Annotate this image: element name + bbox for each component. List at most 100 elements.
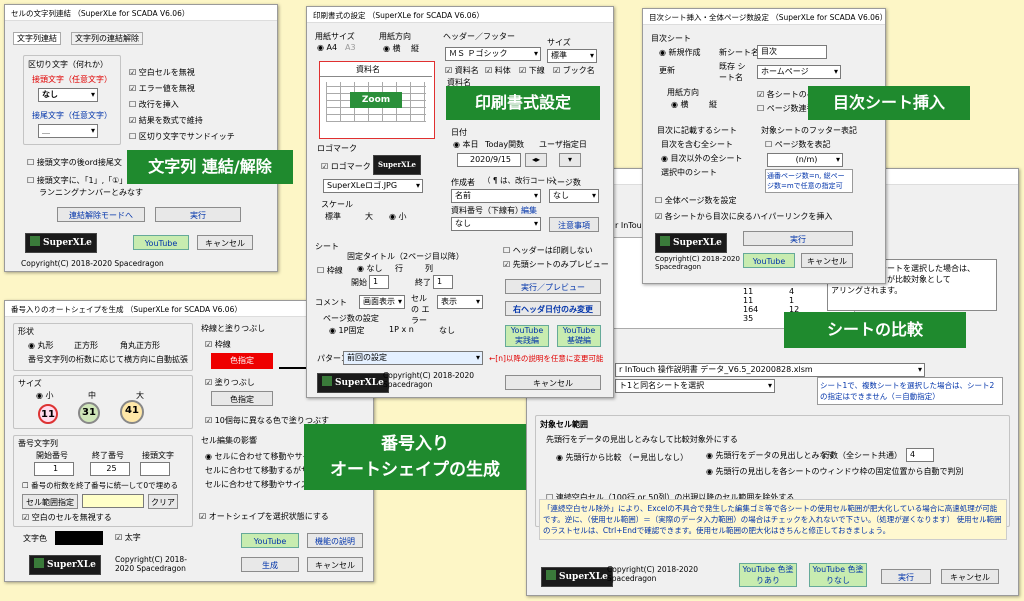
cancel-button[interactable]: キャンセル [307, 557, 363, 572]
newline-checkbox[interactable]: 改行を挿入 [129, 99, 179, 110]
underline-checkbox[interactable]: 下線 [519, 65, 545, 76]
frame-color-button[interactable]: 色指定 [211, 353, 273, 369]
comment-select[interactable]: 画面表示 [359, 295, 405, 309]
fill-color-button[interactable]: 色指定 [211, 391, 273, 406]
prefix-select[interactable]: なし [38, 88, 98, 102]
radio-header-row[interactable]: 先頭行をデータの見出しとみなす [706, 450, 836, 461]
radio-vertical[interactable]: 縦 [709, 99, 717, 110]
run-button[interactable]: 実行 [743, 231, 853, 246]
formula-checkbox[interactable]: 結果を数式で維持 [129, 115, 203, 126]
radio-all-excl[interactable]: 目次以外の全シート [661, 153, 743, 164]
cancel-button[interactable]: キャンセル [197, 235, 253, 250]
pages-checkbox[interactable]: ページ数を表記 [765, 139, 831, 150]
radio-horizontal[interactable]: 横 [671, 99, 689, 110]
desc-button[interactable]: 機能の説明 [307, 533, 363, 548]
date-stepper[interactable]: ◂▸ [525, 153, 547, 167]
radio-square[interactable]: 正方形 [74, 340, 98, 351]
radio-small[interactable]: 小 [389, 211, 407, 222]
cancel-button[interactable]: キャンセル [505, 375, 601, 390]
sheet-select[interactable]: ト1と同名シートを選択 [615, 379, 775, 393]
size-select[interactable]: 標準 [547, 49, 597, 63]
split-mode-button[interactable]: 連結解除モードへ [57, 207, 145, 222]
radio-col[interactable]: 列 [425, 263, 433, 274]
youtube-button[interactable]: YouTube [133, 235, 189, 250]
radio-update[interactable]: 更新 [659, 65, 675, 76]
text-color-swatch[interactable] [55, 531, 103, 545]
radio-1pxn[interactable]: 1P x n [389, 325, 414, 334]
youtube-button[interactable]: YouTube [743, 253, 795, 268]
after-prefix-checkbox[interactable]: 接頭文字の後ord接尾文 [27, 157, 122, 168]
cancel-button[interactable]: キャンセル [801, 253, 853, 268]
cell-range-button[interactable]: セル範囲指定 [22, 494, 78, 509]
cell-error-select[interactable]: 表示 [437, 295, 483, 309]
tab-concat[interactable]: 文字列連結 [13, 32, 61, 45]
author-select[interactable]: 名前 [451, 189, 541, 203]
youtube-basic-button[interactable]: YouTube 基礎編 [557, 325, 601, 347]
date-input[interactable]: 2020/9/15 [457, 153, 521, 167]
youtube-nocolor-button[interactable]: YouTube 色塗りなし [809, 563, 867, 587]
select-shape-checkbox[interactable]: オートシェイプを選択状態にする [199, 511, 329, 522]
sandwich-checkbox[interactable]: 区切り文字でサンドイッチ [129, 131, 235, 142]
radio-a4[interactable]: A4 [317, 43, 338, 52]
start-input[interactable]: 1 [34, 462, 74, 476]
radio-std[interactable]: 標準 [325, 211, 341, 222]
file-select[interactable]: r InTouch 操作説明書 データ_V6.5_20200828.xlsm [615, 363, 925, 377]
pages-select[interactable]: (n/m) [767, 153, 843, 167]
note-button[interactable]: 注意事項 [549, 217, 599, 232]
existing-select[interactable]: ホームページ [757, 65, 841, 79]
radio-new[interactable]: 新規作成 [659, 47, 701, 58]
exec-preview-button[interactable]: 実行／プレビュー [505, 279, 601, 294]
radio-today[interactable]: 本日 [453, 139, 479, 150]
end-input[interactable]: 25 [90, 462, 130, 476]
header-date-button[interactable]: 右ヘッダ日付のみ変更 [505, 301, 601, 316]
pattern-select[interactable]: 前回の設定 [343, 351, 483, 365]
font-select[interactable]: ＭＳ Ｐゴシック [445, 47, 541, 61]
fill-checkbox[interactable]: 塗りつぶし [205, 377, 255, 388]
logo-select[interactable]: SuperXLeロゴ.JPG [323, 179, 423, 193]
suffix-select[interactable]: ＿ [38, 124, 98, 138]
tab-split[interactable]: 文字列の連結解除 [71, 32, 143, 45]
youtube-practice-button[interactable]: YouTube 実践編 [505, 325, 549, 347]
radio-vertical[interactable]: 縦 [411, 43, 419, 54]
pad-zeros-checkbox[interactable]: 番号の桁数を終了番号に統一して0で埋める [22, 480, 178, 491]
docno-edit[interactable]: 編集 [521, 205, 537, 216]
frame-checkbox[interactable]: 枠線 [205, 339, 231, 350]
no-header-checkbox[interactable]: ヘッダーは印刷しない [503, 245, 593, 256]
radio-small[interactable]: 小 [36, 390, 54, 401]
radio-medium[interactable]: 中 [88, 390, 96, 401]
radio-page-none[interactable]: なし [439, 325, 455, 336]
logo-mark-checkbox[interactable]: ロゴマーク [321, 161, 371, 172]
radio-a3[interactable]: A3 [345, 43, 356, 52]
clear-button[interactable]: クリア [148, 494, 178, 509]
radio-horizontal[interactable]: 横 [383, 43, 401, 54]
radio-selected[interactable]: 選択中のシート [661, 167, 717, 178]
page-count-select[interactable]: なし [549, 189, 599, 203]
radio-first-row[interactable]: 先頭行から比較 （＝見出しなし） [556, 452, 689, 463]
all-pages-checkbox[interactable]: 全体ページ数を設定 [655, 195, 737, 206]
generate-button[interactable]: 生成 [241, 557, 299, 572]
run-button[interactable]: 実行 [155, 207, 241, 222]
bold-checkbox[interactable]: 太字 [115, 532, 141, 543]
radio-large[interactable]: 大 [136, 390, 144, 401]
end-input[interactable]: 1 [433, 275, 453, 289]
frame-checkbox[interactable]: 枠線 [317, 265, 343, 276]
radio-all-incl[interactable]: 目次を含む全シート [661, 139, 733, 150]
radio-round[interactable]: 丸形 [28, 340, 54, 351]
radio-auto-detect[interactable]: 先頭行の見出しを各シートのウィンドウ枠の固定位置から自動で判別 [706, 466, 964, 477]
radio-row[interactable]: 行 [395, 263, 403, 274]
ignore-error-checkbox[interactable]: エラー値を無視 [129, 83, 195, 94]
youtube-color-button[interactable]: YouTube 色塗りあり [739, 563, 797, 587]
radio-user-date[interactable]: ユーザ指定日 [539, 139, 587, 150]
calendar-button[interactable]: ▾ [559, 153, 581, 167]
doc-checkbox[interactable]: 資料名 [445, 65, 479, 76]
book-checkbox[interactable]: ブック名 [553, 65, 595, 76]
total-page-checkbox[interactable]: ページ数連番 [757, 103, 815, 114]
ignore-blank-checkbox[interactable]: 空白セルを無視 [129, 67, 195, 78]
hyperlink-checkbox[interactable]: 各シートから目次に戻るハイパーリンクを挿入 [655, 211, 833, 222]
radio-1p[interactable]: 1P固定 [329, 325, 365, 336]
zoom-button[interactable]: Zoom [350, 92, 402, 108]
preview-first-checkbox[interactable]: 先頭シートのみプレビュー [503, 259, 609, 270]
start-input[interactable]: 1 [369, 275, 389, 289]
ignore-blank-checkbox[interactable]: 空白のセルを無視する [22, 512, 112, 523]
suffix-input[interactable] [140, 462, 170, 476]
